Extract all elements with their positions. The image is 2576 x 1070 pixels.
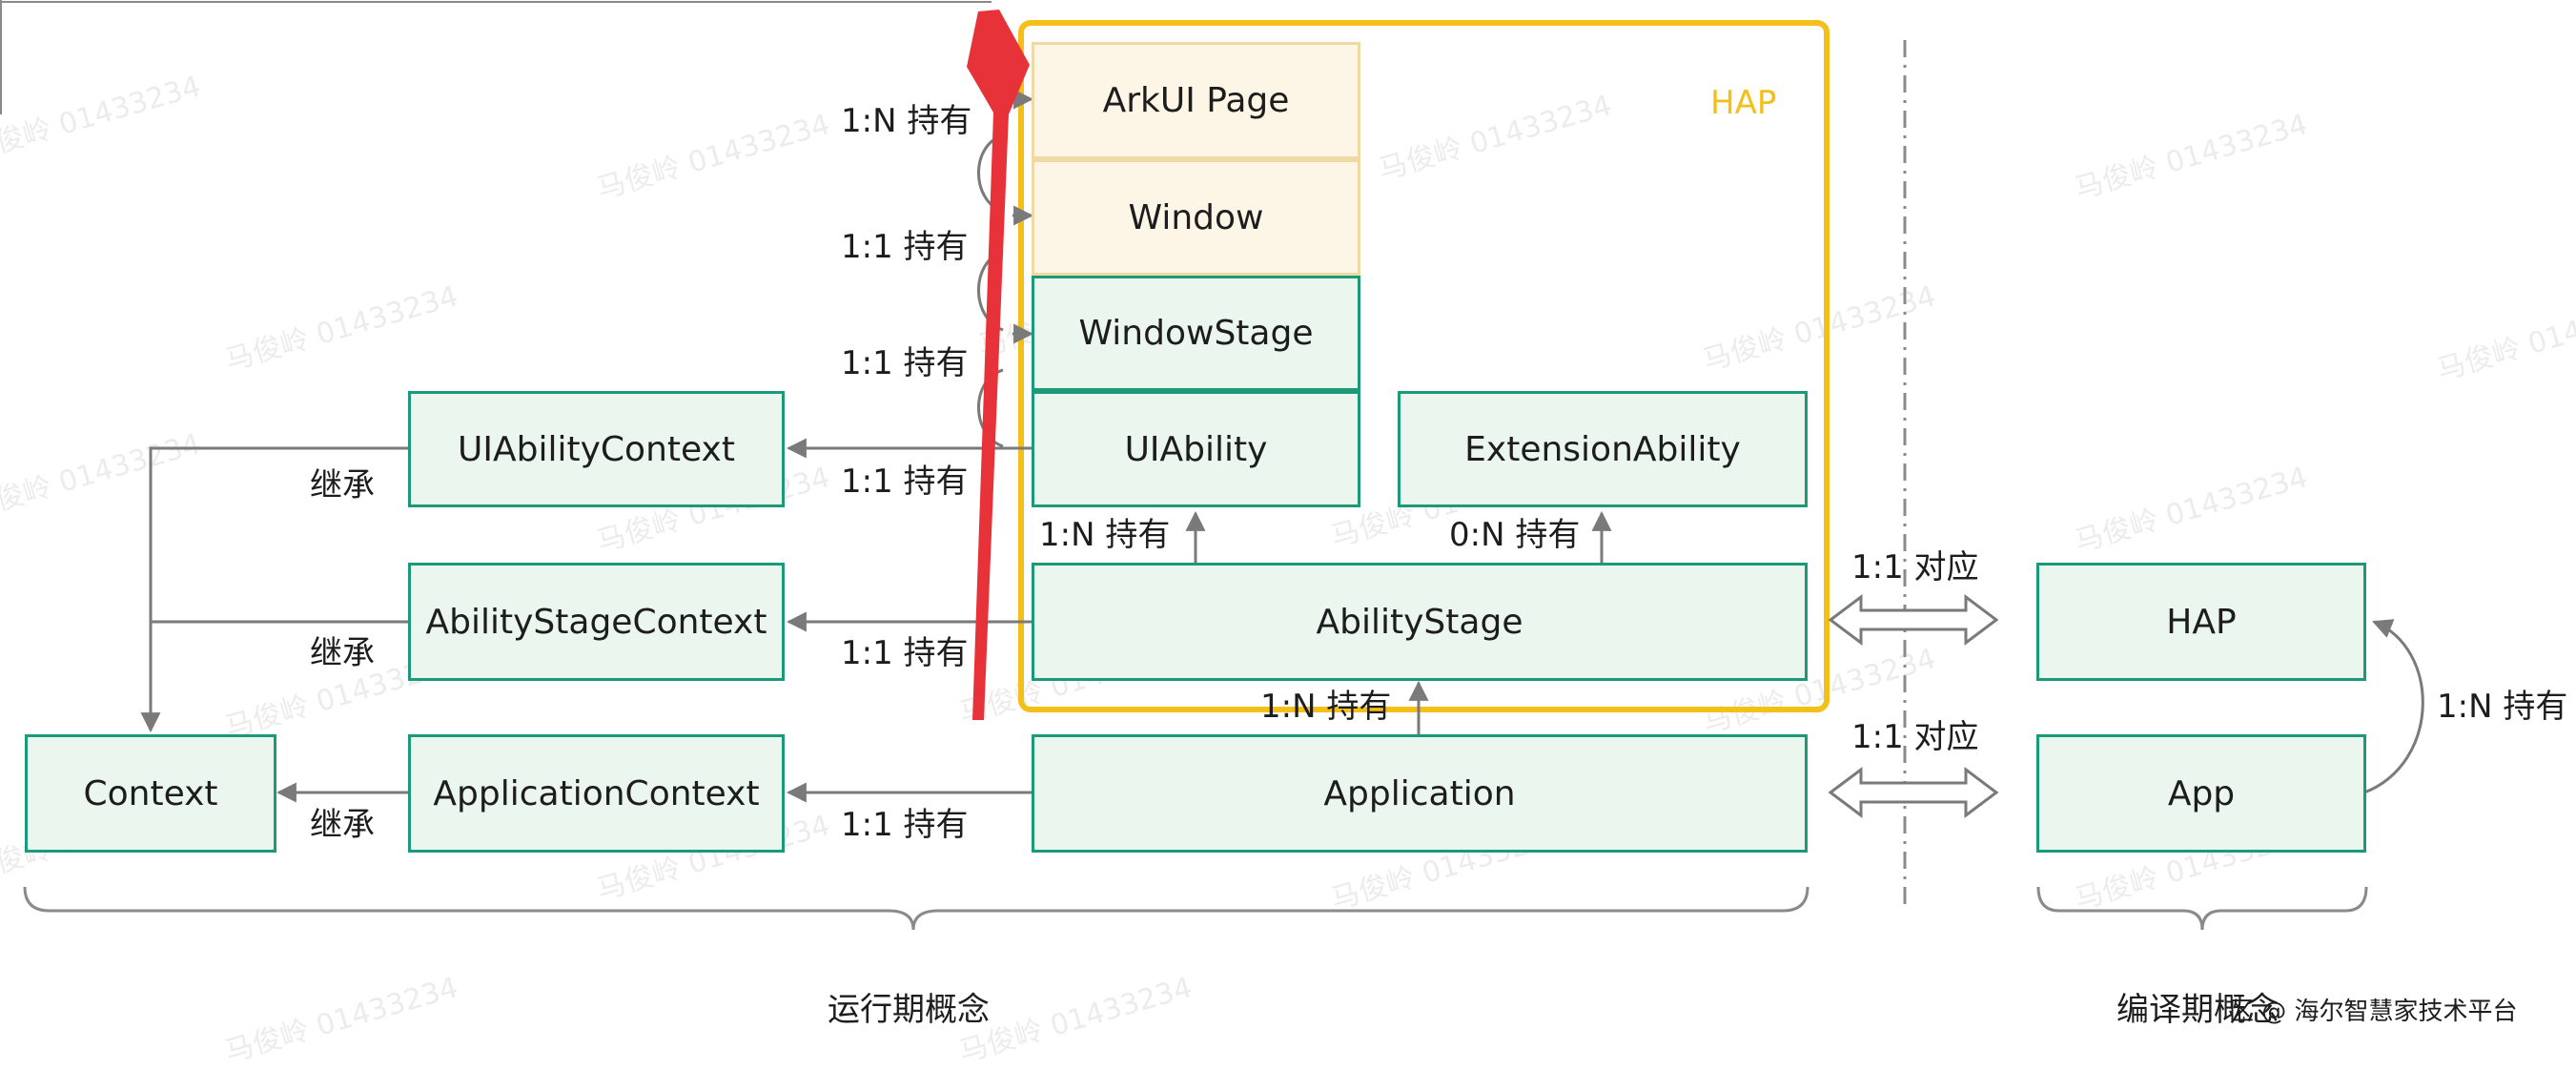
relation-label: 1:N 持有	[1260, 688, 1392, 726]
brace-runtime	[23, 886, 1809, 931]
arrow-app-hap	[2363, 619, 2424, 794]
box-application-context: ApplicationContext	[408, 734, 785, 853]
box-app: App	[2036, 734, 2366, 853]
relation-label: 1:1 持有	[841, 634, 969, 672]
box-ui-ability-context: UIAbilityContext	[408, 391, 785, 507]
correspondence-label: 1:1 对应	[1851, 718, 1979, 756]
box-window: Window	[1032, 159, 1360, 276]
corr-arrow-app	[1828, 767, 1999, 818]
relation-label: 0:N 持有	[1449, 516, 1581, 554]
box-application: Application	[1032, 734, 1808, 853]
box-ability-stage: AbilityStage	[1032, 563, 1808, 681]
relation-label: 1:N 持有	[841, 102, 972, 140]
box-window-stage: WindowStage	[1032, 276, 1360, 391]
relation-label: 1:1 持有	[841, 228, 969, 266]
inherit-label: 继承	[310, 634, 375, 672]
correspondence-label: 1:1 对应	[1851, 548, 1979, 586]
box-extension-ability: ExtensionAbility	[1398, 391, 1808, 507]
relation-label: 1:1 持有	[841, 344, 969, 382]
relation-label: 1:1 持有	[841, 463, 969, 501]
relation-label: 1:N 持有	[1039, 516, 1171, 554]
hap-group-label: HAP	[1710, 84, 1777, 122]
relation-label: 1:N 持有	[2437, 688, 2568, 726]
corr-arrow-hap	[1828, 594, 1999, 646]
box-ability-stage-context: AbilityStageContext	[408, 563, 785, 681]
section-label-runtime: 运行期概念	[828, 991, 990, 1029]
inherit-label: 继承	[310, 806, 375, 844]
box-context: Context	[25, 734, 276, 853]
brace-compile	[2036, 886, 2368, 931]
architecture-diagram: 马俊岭 01433234 马俊岭 01433234 马俊岭 01433234 马…	[0, 0, 2576, 1069]
box-ui-ability: UIAbility	[1032, 391, 1360, 507]
inherit-label: 继承	[310, 466, 375, 504]
box-hap: HAP	[2036, 563, 2366, 681]
box-arkui-page: ArkUI Page	[1032, 42, 1360, 159]
footer-credit: 区 @ 海尔智慧家技术平台	[2229, 998, 2518, 1026]
relation-label: 1:1 持有	[841, 806, 969, 844]
